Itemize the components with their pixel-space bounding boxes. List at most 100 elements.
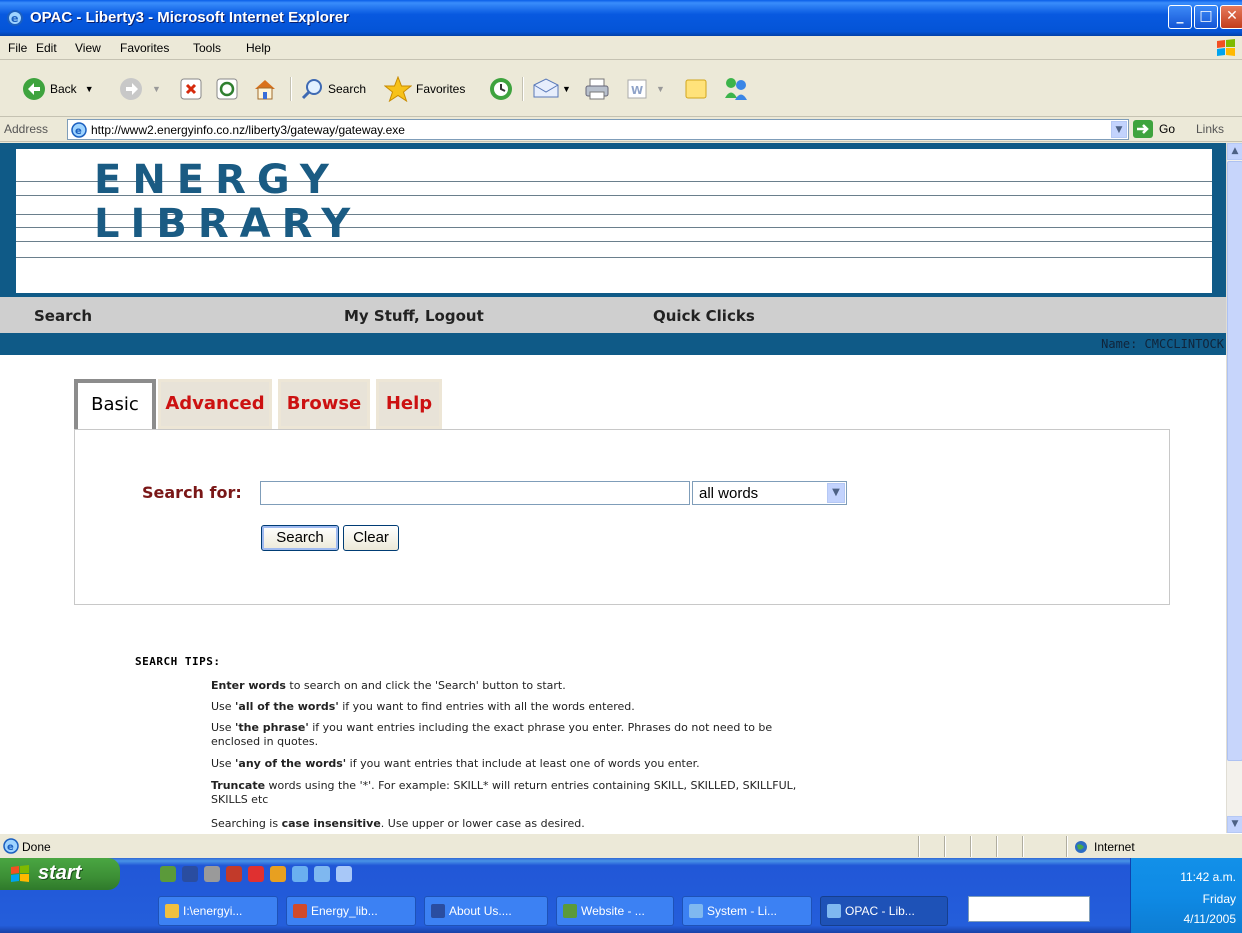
quicklaunch-ie-icon[interactable] <box>314 866 330 882</box>
forward-arrow-icon <box>120 78 142 100</box>
svg-text:W: W <box>631 84 643 97</box>
quicklaunch-word-icon[interactable] <box>182 866 198 882</box>
status-divider <box>970 836 971 857</box>
quicklaunch-app-icon[interactable] <box>270 866 286 882</box>
favorites-button[interactable]: Favorites <box>384 75 465 103</box>
logo-energy: ENERGY <box>94 157 340 203</box>
menu-edit[interactable]: Edit <box>36 41 57 55</box>
page-viewport: ENERGY LIBRARY Search My Stuff , Logout … <box>0 143 1226 833</box>
quicklaunch-ie-icon[interactable] <box>292 866 308 882</box>
task-label: About Us.... <box>449 904 512 918</box>
search-toolbar-button[interactable]: Search <box>300 75 366 103</box>
tip-text: . Use upper or lower case as desired. <box>380 817 585 830</box>
home-button[interactable] <box>252 75 278 103</box>
menu-file[interactable]: File <box>8 41 27 55</box>
close-button[interactable]: ✕ <box>1220 5 1242 29</box>
scroll-thumb[interactable] <box>1227 161 1242 761</box>
favorites-label: Favorites <box>416 82 466 96</box>
links-button[interactable]: Links <box>1196 122 1224 136</box>
task-button-active[interactable]: OPAC - Lib... <box>820 896 948 926</box>
address-url: http://www2.energyinfo.co.nz/liberty3/ga… <box>91 123 405 137</box>
clock-day: Friday <box>1202 892 1236 906</box>
task-button[interactable]: Energy_lib... <box>286 896 416 926</box>
print-button[interactable] <box>584 75 610 103</box>
svg-text:e: e <box>11 12 18 25</box>
forward-button[interactable]: ▼ <box>118 75 161 103</box>
refresh-button[interactable] <box>216 75 238 103</box>
nav-search[interactable]: Search <box>34 307 92 325</box>
tab-browse[interactable]: Browse <box>278 379 370 429</box>
match-type-select[interactable]: all words ▼ <box>692 481 847 505</box>
task-button[interactable]: About Us.... <box>424 896 548 926</box>
menu-tools[interactable]: Tools <box>193 41 221 55</box>
word-icon <box>431 904 445 918</box>
tab-basic[interactable]: Basic <box>74 379 156 429</box>
back-button[interactable]: Back ▼ <box>22 75 94 103</box>
task-label: I:\energyi... <box>183 904 243 918</box>
discuss-button[interactable] <box>684 75 708 103</box>
minimize-button[interactable]: _ <box>1168 5 1192 29</box>
task-label: OPAC - Lib... <box>845 904 915 918</box>
address-dropdown-icon[interactable]: ▼ <box>1111 121 1127 138</box>
zone-label: Internet <box>1094 840 1135 854</box>
powerpoint-icon <box>293 904 307 918</box>
stop-button[interactable] <box>180 75 202 103</box>
address-input[interactable]: e http://www2.energyinfo.co.nz/liberty3/… <box>67 119 1129 140</box>
mail-icon <box>533 78 559 98</box>
nav-my-stuff[interactable]: My Stuff <box>344 307 415 325</box>
forward-dropdown-icon[interactable]: ▼ <box>152 84 161 94</box>
task-button[interactable]: Website - ... <box>556 896 674 926</box>
quicklaunch-app-icon[interactable] <box>248 866 264 882</box>
quicklaunch-app-icon[interactable] <box>160 866 176 882</box>
mail-button[interactable]: ▼ <box>532 75 571 103</box>
tip-item: Truncate words using the '*'. For exampl… <box>211 779 811 807</box>
menu-view[interactable]: View <box>75 41 101 55</box>
tip-bold: 'the phrase' <box>235 721 309 734</box>
scroll-up-icon[interactable]: ▲ <box>1227 143 1242 160</box>
messenger-button[interactable] <box>722 75 750 103</box>
page-icon: e <box>71 122 87 138</box>
taskbar-search-input[interactable] <box>968 896 1090 922</box>
go-button[interactable]: Go <box>1133 120 1175 138</box>
back-dropdown-icon[interactable]: ▼ <box>85 84 94 94</box>
svg-text:e: e <box>7 842 14 853</box>
scroll-down-icon[interactable]: ▼ <box>1227 816 1242 833</box>
maximize-button[interactable]: □ <box>1194 5 1218 29</box>
task-button[interactable]: System - Li... <box>682 896 812 926</box>
task-button[interactable]: I:\energyi... <box>158 896 278 926</box>
tip-item: Use 'all of the words' if you want to fi… <box>211 700 821 714</box>
security-zone: Internet <box>1074 840 1135 854</box>
toolbar: Back ▼ ▼ Search Favorites ▼ W ▼ <box>0 61 1242 117</box>
chevron-down-icon[interactable]: ▼ <box>827 483 845 503</box>
quicklaunch-app-icon[interactable] <box>204 866 220 882</box>
menu-help[interactable]: Help <box>246 41 271 55</box>
nav-logout[interactable]: Logout <box>425 307 484 325</box>
menu-favorites[interactable]: Favorites <box>120 41 169 55</box>
menu-bar: File Edit View Favorites Tools Help <box>0 36 1242 60</box>
vertical-scrollbar[interactable]: ▲ ▼ <box>1226 143 1242 833</box>
ie-page-icon: e <box>3 838 19 854</box>
search-input[interactable] <box>260 481 690 505</box>
edit-dropdown-icon[interactable]: ▼ <box>656 84 665 94</box>
back-arrow-icon <box>23 78 45 100</box>
address-label: Address <box>4 122 49 136</box>
quicklaunch-app-icon[interactable] <box>226 866 242 882</box>
search-button[interactable]: Search <box>261 525 339 551</box>
tab-advanced[interactable]: Advanced <box>158 379 272 429</box>
tab-help[interactable]: Help <box>376 379 442 429</box>
tip-item: Searching is case insensitive. Use upper… <box>211 817 821 831</box>
task-label: Website - ... <box>581 904 645 918</box>
nav-quick-clicks[interactable]: Quick Clicks <box>653 307 755 325</box>
tip-text: Use <box>211 721 236 734</box>
start-button[interactable]: start <box>0 858 120 890</box>
edit-button[interactable]: W ▼ <box>626 75 665 103</box>
mail-dropdown-icon[interactable]: ▼ <box>562 84 571 94</box>
tip-text: Searching is <box>211 817 282 830</box>
clear-button[interactable]: Clear <box>343 525 399 551</box>
quicklaunch-app-icon[interactable] <box>336 866 352 882</box>
history-button[interactable] <box>488 75 514 103</box>
windows-flag-icon <box>11 865 29 882</box>
note-icon <box>685 79 707 99</box>
tip-bold: Enter words <box>211 679 286 692</box>
globe-icon <box>1075 841 1087 853</box>
